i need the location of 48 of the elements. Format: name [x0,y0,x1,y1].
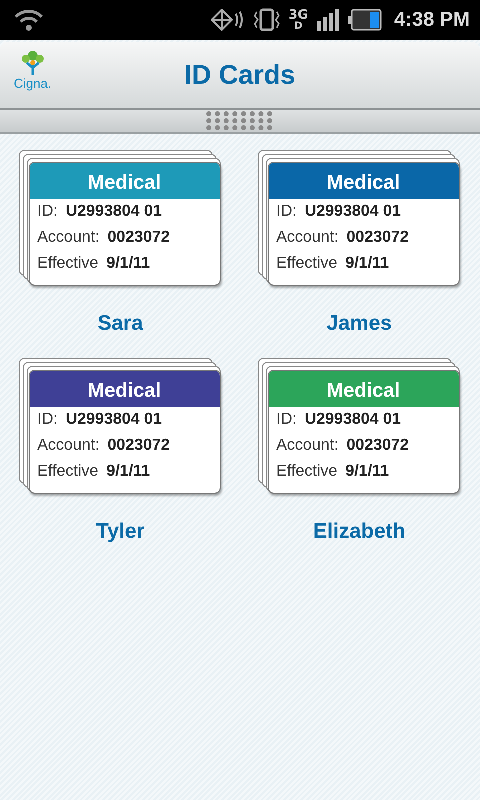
id-card[interactable]: Medical ID: U2993804 01 Account: 0023072 Effective 9/1/11 [268,162,460,286]
effective-date: 9/1/11 [346,254,390,274]
network-subtype: D [294,22,303,32]
clock: 4:38 PM [394,8,470,32]
plan-title: Medical [268,163,458,199]
member-name[interactable]: Elizabeth [313,520,406,544]
tree-logo-icon [20,50,46,76]
account-number: 0023072 [346,436,410,456]
id-card[interactable]: Medical ID: U2993804 01 Account: 0023072 Effective 9/1/11 [268,370,460,494]
battery-icon [348,9,382,31]
wifi-icon [14,8,44,32]
field-label: ID: [38,202,58,222]
field-label: Effective [276,254,338,274]
id-number: U2993804 01 [66,202,162,222]
member-name[interactable]: James [326,312,392,336]
member-name[interactable]: Tyler [96,520,145,544]
field-label: Account: [38,228,100,248]
field-label: ID: [38,410,58,430]
field-label: Effective [276,462,338,482]
field-label: Effective [38,254,99,274]
id-card[interactable]: Medical ID: U2993804 01 Account: 0023072 Effective 9/1/11 [28,370,220,494]
id-number: U2993804 01 [304,202,402,222]
field-label: ID: [276,202,297,222]
field-label: ID: [276,410,297,430]
field-label: Account: [38,436,100,456]
id-number: U2993804 01 [304,410,402,430]
effective-date: 9/1/11 [106,254,150,274]
gps-icon [210,9,245,31]
plan-title: Medical [30,371,220,407]
vibrate-icon [252,8,281,32]
screen-title: ID Cards [184,60,296,90]
plan-title: Medical [268,371,458,407]
account-number: 0023072 [346,228,410,248]
effective-date: 9/1/11 [346,462,390,482]
account-number: 0023072 [108,436,170,456]
logo-text: Cigna. [14,76,52,91]
signal-icon [316,9,340,31]
drawer-handle[interactable] [0,110,480,134]
effective-date: 9/1/11 [106,462,150,482]
field-label: Effective [38,462,99,482]
account-number: 0023072 [108,228,170,248]
id-card[interactable]: Medical ID: U2993804 01 Account: 0023072 Effective 9/1/11 [28,162,220,286]
id-number: U2993804 01 [66,410,162,430]
field-label: Account: [276,436,339,456]
plan-title: Medical [30,163,220,199]
field-label: Account: [276,228,339,248]
network-type: 3G [288,8,308,22]
member-name[interactable]: Sara [98,312,144,336]
